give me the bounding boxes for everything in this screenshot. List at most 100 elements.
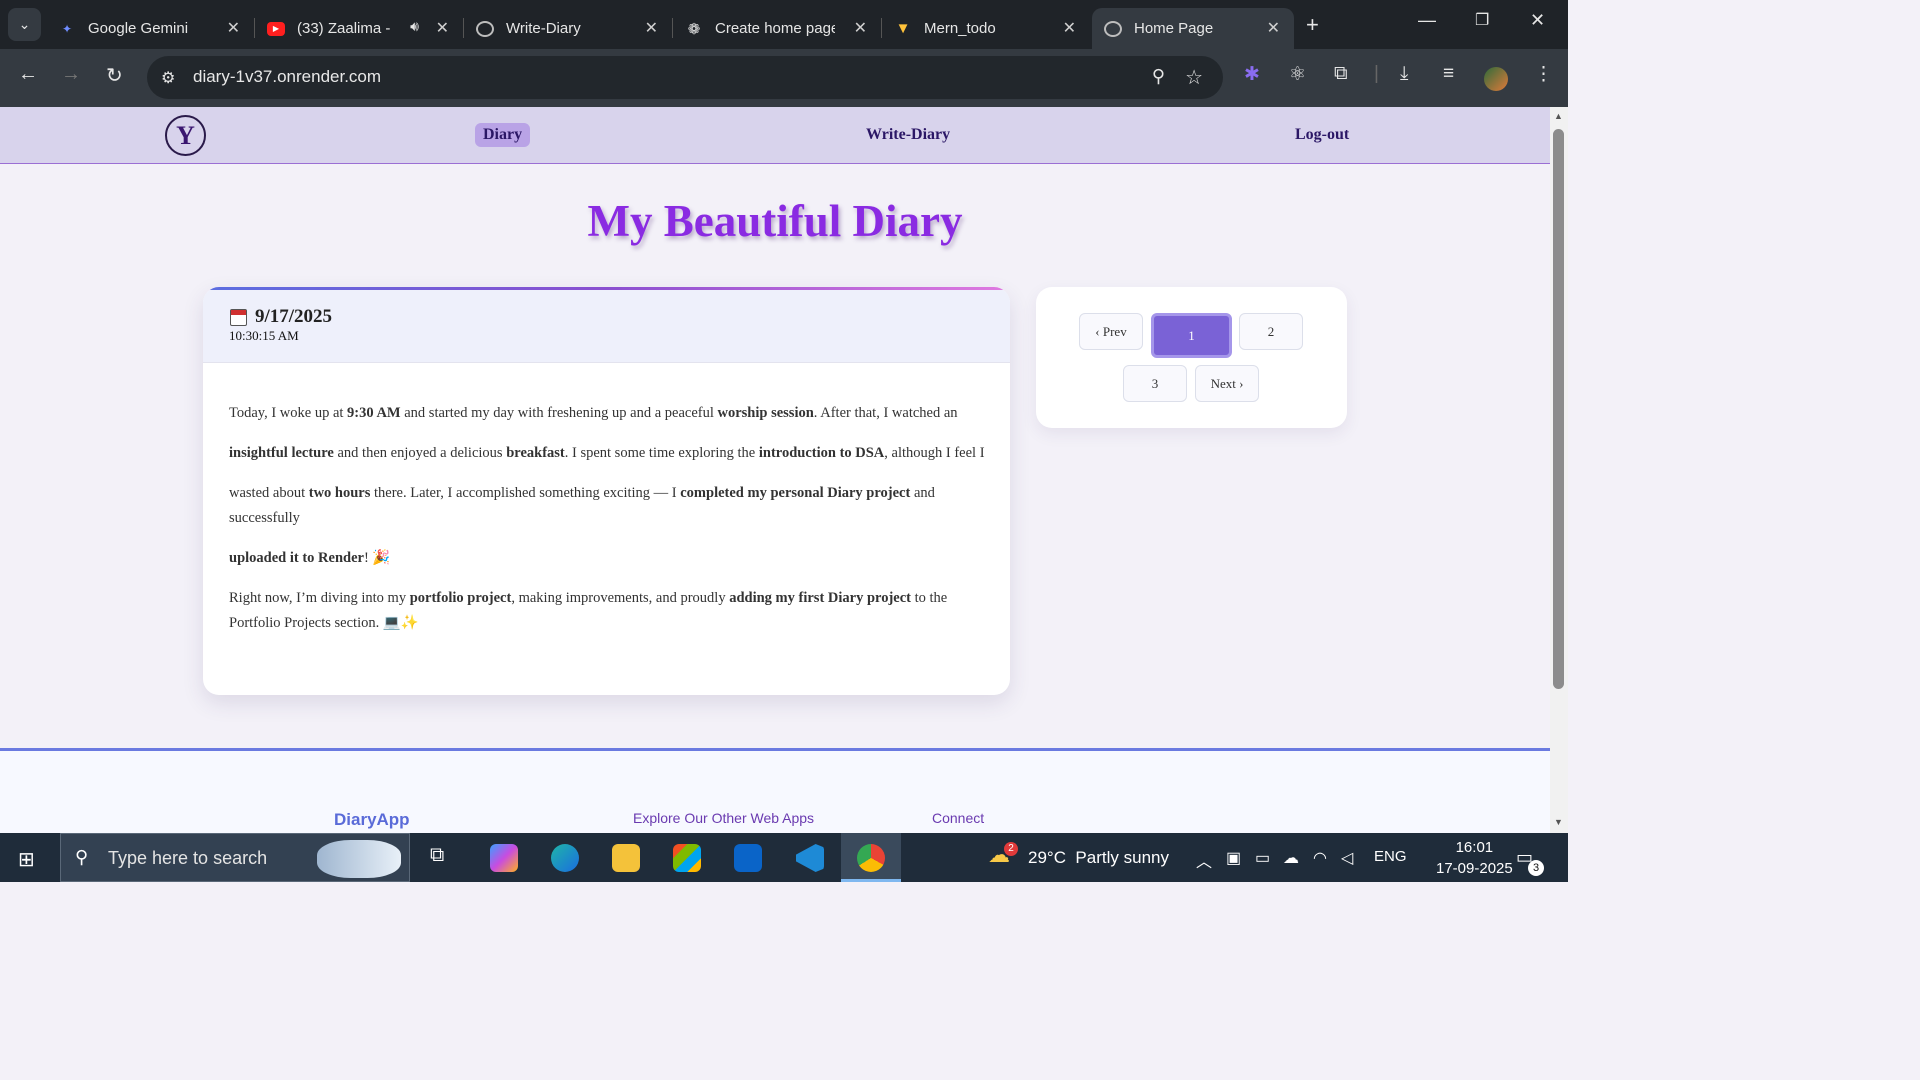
close-icon[interactable]: ✕: [1267, 18, 1280, 38]
tab-title: Create home page: [715, 20, 835, 37]
extension-gear-icon[interactable]: ✱: [1244, 63, 1260, 86]
footer-brand: DiaryApp: [334, 810, 410, 829]
site-logo[interactable]: Y: [165, 115, 206, 156]
entry-paragraph: wasted about two hours there. Later, I a…: [229, 481, 989, 531]
tab-title: (33) Zaalima -: [297, 20, 391, 37]
url-text[interactable]: diary-1v37.onrender.com: [193, 67, 381, 87]
calendar-icon: [230, 309, 247, 326]
entry-bold-text: completed my personal Diary project: [680, 485, 911, 501]
windows-start-icon[interactable]: ⊞: [18, 847, 35, 872]
copilot-icon[interactable]: [490, 844, 518, 872]
footer-explore-link[interactable]: Explore Our Other Web Apps: [633, 810, 814, 826]
media-control-icon[interactable]: ≡: [1443, 63, 1454, 85]
vscode-icon[interactable]: [796, 844, 824, 872]
new-tab-button[interactable]: +: [1306, 12, 1319, 38]
nav-logout-link[interactable]: Log-out: [1287, 123, 1357, 147]
tab-write-diary[interactable]: Write-Diary ✕: [464, 8, 673, 49]
menu-kebab-icon[interactable]: ⋮: [1534, 63, 1553, 86]
pagination: ‹ Prev 1 2 3 Next ›: [1036, 287, 1347, 428]
entry-text: wasted about: [229, 485, 309, 501]
entry-bold-text: uploaded it to Render: [229, 550, 364, 566]
search-icon: ⚲: [75, 847, 89, 867]
tab-youtube[interactable]: ▶ (33) Zaalima - 🔊︎ ✕: [255, 8, 464, 49]
entry-text: Right now, I’m diving into my: [229, 590, 410, 606]
tray-battery-icon[interactable]: ▭: [1255, 848, 1270, 868]
address-bar[interactable]: ⚙︎ diary-1v37.onrender.com ⚲ ☆: [147, 56, 1223, 99]
close-icon[interactable]: ✕: [227, 18, 240, 38]
clock-date: 17-09-2025: [1436, 860, 1513, 877]
entry-text: , although I feel I: [884, 445, 985, 461]
footer-connect-link[interactable]: Connect: [932, 810, 984, 826]
next-page-button[interactable]: Next ›: [1195, 365, 1259, 402]
tab-home-page[interactable]: Home Page ✕: [1092, 8, 1294, 49]
entry-bold-text: introduction to DSA: [758, 445, 885, 461]
entry-bold-text: adding my first Diary project: [729, 590, 911, 606]
microsoft-store-icon[interactable]: [673, 844, 701, 872]
search-highlight-image: [317, 840, 401, 878]
task-view-icon[interactable]: ⧉: [430, 844, 444, 867]
scroll-down-arrow[interactable]: ▼: [1554, 817, 1563, 827]
close-icon[interactable]: ✕: [645, 18, 658, 38]
speaker-icon[interactable]: 🔊︎: [410, 18, 419, 35]
page-3-button[interactable]: 3: [1123, 365, 1187, 402]
reload-icon[interactable]: ↻: [106, 63, 123, 88]
entry-text: Today, I woke up at: [229, 405, 348, 421]
taskbar-search[interactable]: ⚲ Type here to search: [60, 833, 410, 882]
browser-toolbar: ← → ↻ ⚙︎ diary-1v37.onrender.com ⚲ ☆ ✱ ⚛…: [0, 49, 1568, 107]
onedrive-icon[interactable]: ☁: [1283, 848, 1299, 868]
close-icon[interactable]: ✕: [436, 18, 449, 38]
entry-paragraph: Right now, I’m diving into my portfolio …: [229, 586, 989, 636]
close-icon[interactable]: ✕: [854, 18, 867, 38]
volume-icon[interactable]: ◁: [1341, 848, 1353, 868]
chrome-icon[interactable]: [857, 844, 885, 872]
file-explorer-icon[interactable]: [612, 844, 640, 872]
tab-title: Google Gemini: [88, 20, 189, 37]
notification-count: 3: [1528, 860, 1544, 876]
profile-avatar[interactable]: [1484, 67, 1508, 91]
tab-google-gemini[interactable]: ✦ Google Gemini ✕: [46, 8, 255, 49]
entry-date: 9/17/2025: [255, 306, 333, 327]
back-icon[interactable]: ←: [18, 63, 38, 86]
outlook-icon[interactable]: [734, 844, 762, 872]
site-info-icon[interactable]: ⚙︎: [161, 68, 175, 88]
entry-bold-text: portfolio project: [409, 590, 512, 606]
windows-taskbar: ⊞ ⚲ Type here to search ⧉ ☁ 2 29°C Partl…: [0, 833, 1568, 882]
page-scrollbar[interactable]: ▲ ▼: [1550, 107, 1568, 833]
wifi-icon[interactable]: ◠: [1313, 848, 1327, 868]
page-1-button[interactable]: 1: [1151, 313, 1232, 358]
prev-page-button[interactable]: ‹ Prev: [1079, 313, 1143, 350]
tab-title: Home Page: [1134, 20, 1214, 37]
edge-icon[interactable]: [551, 844, 579, 872]
minimize-icon[interactable]: —: [1418, 10, 1436, 31]
entry-paragraph: insightful lecture and then enjoyed a de…: [229, 441, 989, 466]
scrollbar-thumb[interactable]: [1553, 129, 1564, 689]
tab-create-home-page[interactable]: ❁ Create home page ✕: [673, 8, 882, 49]
restore-icon[interactable]: ❐: [1475, 10, 1489, 30]
site-navbar: Y Diary Write-Diary Log-out: [0, 107, 1550, 164]
scroll-up-arrow[interactable]: ▲: [1554, 111, 1563, 121]
globe-icon: [476, 20, 494, 37]
download-icon[interactable]: ⤓: [1400, 63, 1408, 85]
zoom-icon[interactable]: ⚲: [1152, 66, 1165, 87]
nav-write-diary-link[interactable]: Write-Diary: [858, 123, 958, 147]
tray-meet-icon[interactable]: ▣: [1226, 848, 1241, 868]
forward-icon[interactable]: →: [61, 63, 81, 86]
tray-chevron-icon[interactable]: ︿: [1196, 848, 1212, 872]
system-clock[interactable]: 16:01 17-09-2025: [1436, 837, 1513, 879]
youtube-icon: ▶: [267, 21, 285, 36]
entry-bold-text: worship session: [717, 405, 814, 421]
extensions-puzzle-icon[interactable]: ⧉: [1334, 63, 1348, 85]
react-devtools-icon[interactable]: ⚛: [1289, 63, 1306, 86]
tab-search-button[interactable]: ⌄: [8, 8, 41, 41]
close-icon[interactable]: ✕: [1063, 18, 1076, 38]
entry-bold-text: breakfast: [506, 445, 565, 461]
tab-mern-todo[interactable]: ▼ Mern_todo ✕: [882, 8, 1090, 49]
language-indicator[interactable]: ENG: [1374, 848, 1407, 865]
window-close-icon[interactable]: ✕: [1530, 10, 1545, 31]
page-2-button[interactable]: 2: [1239, 313, 1303, 350]
bookmark-star-icon[interactable]: ☆: [1185, 65, 1203, 90]
weather-text[interactable]: 29°C Partly sunny: [1028, 848, 1169, 868]
nav-diary-link[interactable]: Diary: [475, 123, 531, 147]
site-footer: DiaryApp Explore Our Other Web Apps Conn…: [0, 748, 1550, 833]
globe-icon: [1104, 20, 1122, 37]
